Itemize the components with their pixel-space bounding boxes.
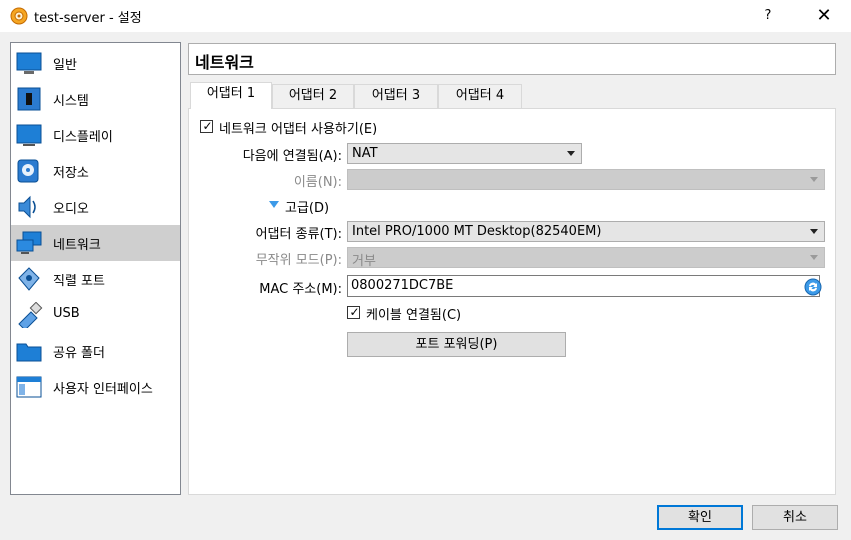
window-title: test-server - 설정 [34,11,142,26]
page-title: 네트워크 [195,53,254,72]
sidebar-item-label: 공유 폴더 [53,346,105,361]
port-forwarding-button[interactable]: 포트 포워딩(P) [347,332,566,357]
sidebar-item-label: 디스플레이 [53,130,113,145]
sidebar-item-label: 사용자 인터페이스 [53,382,153,397]
display-icon [16,124,42,146]
virtualbox-app-icon [10,7,28,25]
name-select [347,169,825,190]
sidebar-item-serial-ports[interactable]: 직렬 포트 [11,261,180,297]
sidebar-item-shared-folders[interactable]: 공유 폴더 [11,333,180,369]
sidebar-item-label: 일반 [53,58,77,73]
chip-icon [17,87,41,111]
tab-content-panel [188,108,836,495]
tab-adapter-4[interactable]: 어댑터 4 [438,84,522,108]
folder-icon [16,343,42,362]
promiscuous-mode-value: 거부 [352,254,376,269]
sidebar-item-general[interactable]: 일반 [11,45,180,81]
sidebar-item-network[interactable]: 네트워크 [11,225,180,261]
cable-connected-checkbox[interactable]: ✓ [347,305,360,319]
speaker-icon [18,195,36,219]
sidebar-item-label: USB [53,306,80,321]
page-title-box: 네트워크 [188,43,836,75]
checkmark-icon: ✓ [202,119,213,133]
sidebar-item-label: 네트워크 [53,238,101,253]
sidebar-item-label: 오디오 [53,202,89,217]
cancel-button[interactable]: 취소 [752,505,838,530]
tab-adapter-2[interactable]: 어댑터 2 [272,84,354,108]
attached-to-select[interactable]: NAT [347,143,582,164]
mac-address-input[interactable]: 0800271DC7BE [347,275,820,297]
adapter-type-select[interactable]: Intel PRO/1000 MT Desktop(82540EM) [347,221,825,242]
enable-adapter-label: 네트워크 어댑터 사용하기(E) [219,122,378,137]
chevron-down-icon [810,177,818,182]
mac-address-value: 0800271DC7BE [351,278,454,293]
ok-button[interactable]: 확인 [657,505,743,530]
disk-icon [17,159,39,183]
cable-connected-label: 케이블 연결됨(C) [366,308,462,323]
name-label: 이름(N): [293,175,342,190]
tab-adapter-1[interactable]: 어댑터 1 [190,82,272,109]
help-button[interactable]: ? [753,2,783,30]
sidebar-item-label: 직렬 포트 [53,274,105,289]
advanced-toggle[interactable]: 고급(D) [269,197,344,216]
adapter-type-label: 어댑터 종류(T): [255,227,342,242]
sidebar-item-usb[interactable]: USB [11,297,180,333]
promiscuous-mode-label: 무작위 모드(P): [255,253,342,268]
refresh-mac-icon[interactable] [804,278,822,296]
checkmark-icon: ✓ [349,305,360,319]
mac-address-label: MAC 주소(M): [259,282,342,297]
sidebar-item-system[interactable]: 시스템 [11,81,180,117]
usb-icon [18,302,43,328]
sidebar-item-storage[interactable]: 저장소 [11,153,180,189]
adapter-type-value: Intel PRO/1000 MT Desktop(82540EM) [352,224,602,239]
attached-to-label: 다음에 연결됨(A): [242,149,342,164]
sidebar-item-user-interface[interactable]: 사용자 인터페이스 [11,369,180,405]
title-bar: test-server - 설정 ? ✕ [0,0,851,32]
sidebar-item-display[interactable]: 디스플레이 [11,117,180,153]
window-ui-icon [16,376,42,398]
serial-port-icon [18,267,40,291]
sidebar-item-label: 저장소 [53,166,89,181]
chevron-down-icon [810,229,818,234]
settings-sidebar: 일반 시스템 디스플레이 저장소 오디오 네트워크 직렬 포트 USB 공유 폴… [10,42,181,495]
advanced-label: 고급(D) [285,201,330,216]
close-button[interactable]: ✕ [806,2,842,30]
monitor-icon [16,52,42,74]
tab-adapter-3[interactable]: 어댑터 3 [354,84,438,108]
sidebar-item-audio[interactable]: 오디오 [11,189,180,225]
triangle-down-icon [269,201,279,208]
chevron-down-icon [810,255,818,260]
attached-to-value: NAT [352,146,378,161]
enable-adapter-checkbox[interactable]: ✓ [200,119,213,133]
sidebar-item-label: 시스템 [53,94,89,109]
network-icon [16,231,42,254]
promiscuous-mode-select: 거부 [347,247,825,269]
chevron-down-icon [567,151,575,156]
